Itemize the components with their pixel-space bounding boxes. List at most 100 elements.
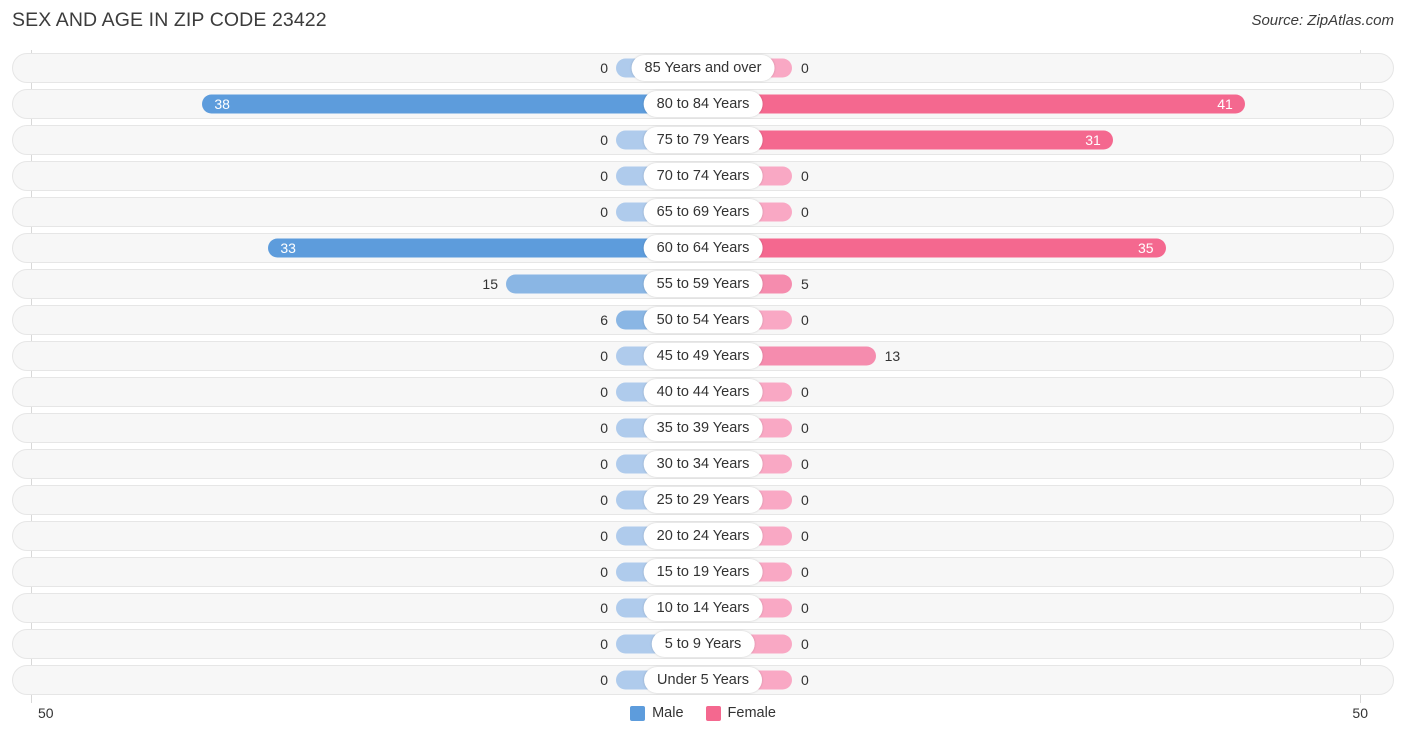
value-label-male: 0 <box>600 132 608 148</box>
value-label-male: 0 <box>600 60 608 76</box>
value-label-female: 0 <box>801 492 809 508</box>
chart-row: 0 0 65 to 69 Years <box>12 197 1394 227</box>
value-label-male: 0 <box>600 204 608 220</box>
legend-item-male[interactable]: Male <box>630 705 684 721</box>
chart-row-inner: 0 0 70 to 74 Years <box>13 162 1393 190</box>
value-label-male: 33 <box>280 240 296 256</box>
value-label-female: 0 <box>801 564 809 580</box>
chart-row-inner: 0 0 15 to 19 Years <box>13 558 1393 586</box>
category-label: 5 to 9 Years <box>651 631 755 657</box>
value-label-female: 0 <box>801 168 809 184</box>
bar-female[interactable] <box>704 238 1166 258</box>
chart-row-inner: 38 41 80 to 84 Years <box>13 90 1393 118</box>
category-label: 30 to 34 Years <box>643 451 763 477</box>
value-label-male: 15 <box>482 276 498 292</box>
chart-row: 0 0 10 to 14 Years <box>12 593 1394 623</box>
chart-row: 0 0 40 to 44 Years <box>12 377 1394 407</box>
category-label: 75 to 79 Years <box>643 127 763 153</box>
chart-row: 0 0 85 Years and over <box>12 53 1394 83</box>
source-attribution: Source: ZipAtlas.com <box>1251 12 1394 29</box>
chart-row-inner: 0 0 20 to 24 Years <box>13 522 1393 550</box>
legend-swatch-male-icon <box>630 705 646 721</box>
value-label-female: 5 <box>801 276 809 292</box>
category-label: 20 to 24 Years <box>643 523 763 549</box>
chart-row: 0 0 35 to 39 Years <box>12 413 1394 443</box>
chart-row: 0 0 15 to 19 Years <box>12 557 1394 587</box>
chart-row: 0 31 75 to 79 Years <box>12 125 1394 155</box>
page-title: SEX AND AGE IN ZIP CODE 23422 <box>12 9 327 31</box>
bar-female[interactable] <box>704 94 1246 114</box>
chart-row-inner: 0 0 25 to 29 Years <box>13 486 1393 514</box>
chart-row-inner: 0 0 35 to 39 Years <box>13 414 1393 442</box>
chart-row: 0 0 Under 5 Years <box>12 665 1394 695</box>
chart-row: 33 35 60 to 64 Years <box>12 233 1394 263</box>
value-label-male: 6 <box>600 312 608 328</box>
chart-row: 0 13 45 to 49 Years <box>12 341 1394 371</box>
bar-male[interactable] <box>268 238 704 258</box>
chart-row-inner: 33 35 60 to 64 Years <box>13 234 1393 262</box>
chart-row-inner: 6 0 50 to 54 Years <box>13 306 1393 334</box>
chart-row: 0 0 25 to 29 Years <box>12 485 1394 515</box>
legend-label-male: Male <box>652 705 684 721</box>
value-label-female: 0 <box>801 636 809 652</box>
bar-male[interactable] <box>202 94 704 114</box>
value-label-female: 0 <box>801 528 809 544</box>
category-label: 10 to 14 Years <box>643 595 763 621</box>
chart-legend: Male Female <box>0 705 1406 721</box>
value-label-female: 41 <box>1217 96 1233 112</box>
category-label: 40 to 44 Years <box>643 379 763 405</box>
category-label: 35 to 39 Years <box>643 415 763 441</box>
value-label-male: 0 <box>600 636 608 652</box>
category-label: Under 5 Years <box>644 667 762 693</box>
chart-row-inner: 0 0 30 to 34 Years <box>13 450 1393 478</box>
category-label: 65 to 69 Years <box>643 199 763 225</box>
value-label-male: 0 <box>600 456 608 472</box>
value-label-male: 0 <box>600 528 608 544</box>
chart-row-inner: 0 0 40 to 44 Years <box>13 378 1393 406</box>
value-label-male: 0 <box>600 348 608 364</box>
value-label-male: 0 <box>600 384 608 400</box>
value-label-male: 0 <box>600 168 608 184</box>
value-label-female: 0 <box>801 204 809 220</box>
value-label-female: 0 <box>801 312 809 328</box>
value-label-female: 0 <box>801 420 809 436</box>
chart-row: 0 0 5 to 9 Years <box>12 629 1394 659</box>
chart-row: 0 0 20 to 24 Years <box>12 521 1394 551</box>
category-label: 50 to 54 Years <box>643 307 763 333</box>
value-label-female: 0 <box>801 384 809 400</box>
value-label-female: 0 <box>801 600 809 616</box>
value-label-female: 0 <box>801 456 809 472</box>
chart-row-inner: 0 0 65 to 69 Years <box>13 198 1393 226</box>
value-label-female: 0 <box>801 672 809 688</box>
value-label-female: 31 <box>1085 132 1101 148</box>
chart-row: 38 41 80 to 84 Years <box>12 89 1394 119</box>
chart-row-inner: 0 13 45 to 49 Years <box>13 342 1393 370</box>
chart-row: 0 0 70 to 74 Years <box>12 161 1394 191</box>
legend-item-female[interactable]: Female <box>705 705 776 721</box>
category-label: 60 to 64 Years <box>643 235 763 261</box>
value-label-male: 0 <box>600 672 608 688</box>
value-label-female: 35 <box>1138 240 1154 256</box>
chart-row: 15 5 55 to 59 Years <box>12 269 1394 299</box>
value-label-female: 0 <box>801 60 809 76</box>
bar-female[interactable] <box>704 130 1114 150</box>
value-label-male: 0 <box>600 600 608 616</box>
category-label: 85 Years and over <box>631 55 775 81</box>
chart-row-inner: 0 31 75 to 79 Years <box>13 126 1393 154</box>
legend-swatch-female-icon <box>705 705 721 721</box>
chart-row-inner: 0 0 5 to 9 Years <box>13 630 1393 658</box>
legend-label-female: Female <box>727 705 776 721</box>
category-label: 15 to 19 Years <box>643 559 763 585</box>
value-label-male: 0 <box>600 564 608 580</box>
value-label-male: 38 <box>214 96 230 112</box>
chart-row: 6 0 50 to 54 Years <box>12 305 1394 335</box>
plot-area: 0 0 85 Years and over 38 41 80 to 84 Years 0 31… <box>0 50 1406 703</box>
chart-row-inner: 0 0 10 to 14 Years <box>13 594 1393 622</box>
category-label: 45 to 49 Years <box>643 343 763 369</box>
chart-row: 0 0 30 to 34 Years <box>12 449 1394 479</box>
chart-row-inner: 0 0 85 Years and over <box>13 54 1393 82</box>
value-label-male: 0 <box>600 492 608 508</box>
chart-row-inner: 0 0 Under 5 Years <box>13 666 1393 694</box>
category-label: 80 to 84 Years <box>643 91 763 117</box>
chart-row-inner: 15 5 55 to 59 Years <box>13 270 1393 298</box>
